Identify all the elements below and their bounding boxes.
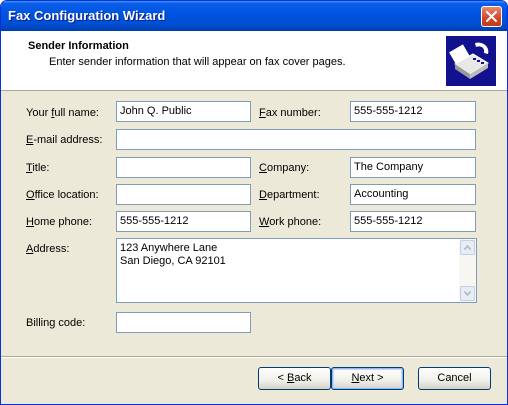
close-icon bbox=[486, 11, 497, 22]
department-label: Department: bbox=[259, 189, 320, 201]
title-field[interactable] bbox=[116, 157, 251, 178]
email-label: E-mail address: bbox=[26, 134, 103, 146]
department-field[interactable]: Accounting bbox=[350, 184, 476, 205]
title-bar[interactable]: Fax Configuration Wizard bbox=[1, 1, 507, 31]
office-location-field[interactable] bbox=[116, 184, 251, 205]
address-text: 123 Anywhere Lane San Diego, CA 92101 bbox=[120, 242, 226, 267]
billing-code-field[interactable] bbox=[116, 312, 251, 333]
address-textarea[interactable]: 123 Anywhere Lane San Diego, CA 92101 bbox=[116, 238, 477, 303]
company-label: Company: bbox=[259, 162, 310, 174]
footer-separator bbox=[1, 356, 507, 358]
fax-number-label: Fax number: bbox=[259, 107, 321, 119]
address-scrollbar[interactable] bbox=[459, 239, 476, 302]
scroll-up-button[interactable] bbox=[460, 240, 475, 255]
email-field[interactable] bbox=[116, 129, 476, 150]
company-field[interactable]: The Company bbox=[350, 157, 476, 178]
wizard-header: Sender Information Enter sender informat… bbox=[1, 31, 507, 91]
billing-code-label: Billing code: bbox=[26, 317, 86, 329]
back-button[interactable]: < Back bbox=[258, 367, 331, 390]
work-phone-label: Work phone: bbox=[259, 216, 322, 228]
window-title: Fax Configuration Wizard bbox=[8, 8, 166, 23]
chevron-up-icon bbox=[464, 245, 471, 250]
work-phone-field[interactable]: 555-555-1212 bbox=[350, 211, 476, 232]
cancel-button[interactable]: Cancel bbox=[418, 367, 491, 390]
home-phone-field[interactable]: 555-555-1212 bbox=[116, 211, 251, 232]
header-subtitle: Enter sender information that will appea… bbox=[49, 56, 346, 68]
full-name-field[interactable]: John Q. Public bbox=[116, 101, 251, 122]
next-button[interactable]: Next > bbox=[331, 367, 404, 390]
fax-number-field[interactable]: 555-555-1212 bbox=[350, 101, 476, 122]
wizard-window: Fax Configuration Wizard Sender Informat… bbox=[0, 0, 508, 405]
fax-machine-icon bbox=[446, 36, 496, 86]
scroll-down-button[interactable] bbox=[460, 286, 475, 301]
home-phone-label: Home phone: bbox=[26, 216, 93, 228]
full-name-label: Your full name: bbox=[26, 107, 99, 119]
title-label: Title: bbox=[26, 162, 50, 174]
office-location-label: Office location: bbox=[26, 189, 99, 201]
address-label: Address: bbox=[26, 243, 70, 255]
close-button[interactable] bbox=[481, 6, 502, 27]
header-title: Sender Information bbox=[28, 40, 129, 52]
chevron-down-icon bbox=[464, 291, 471, 296]
